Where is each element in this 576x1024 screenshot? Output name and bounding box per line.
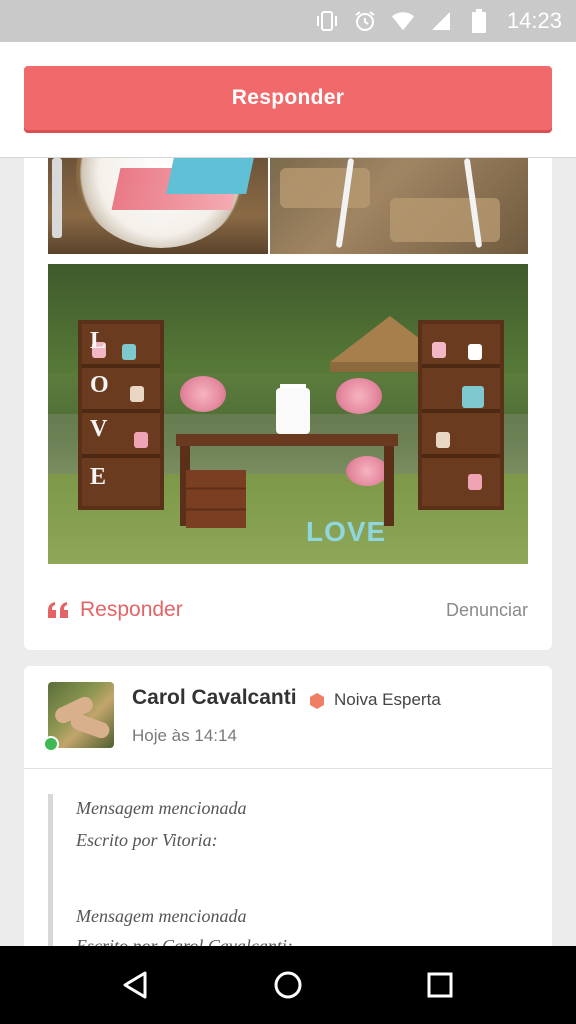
quoted-message: Mensagem mencionada Escrito por Vitoria:… (48, 794, 528, 966)
flowers-graphic (180, 376, 226, 412)
fork-graphic (52, 158, 62, 238)
wifi-icon (391, 9, 415, 33)
right-shelf-graphic (418, 320, 504, 510)
letter-graphic: L (90, 328, 107, 354)
author-name[interactable]: Carol Cavalcanti (132, 686, 297, 710)
table-graphic (176, 434, 398, 446)
system-nav-bar (0, 946, 576, 1024)
quote-line: Escrito por Vitoria: (76, 830, 218, 850)
reply-link-label: Responder (80, 598, 183, 621)
post-image-chair[interactable] (270, 158, 528, 254)
post-image-dessert-table[interactable]: O V E L LOVE (48, 264, 528, 564)
cake-graphic (276, 388, 310, 434)
quote-line: Mensagem mencionada (76, 798, 247, 818)
reply-link[interactable]: Responder (48, 598, 183, 622)
status-bar: 14:23 (0, 0, 576, 42)
online-status-dot (43, 736, 59, 752)
top-action-bar: Responder (0, 42, 576, 158)
letter-graphic: E (90, 464, 107, 490)
quote-icon (48, 601, 70, 619)
avatar[interactable] (48, 682, 114, 748)
home-icon[interactable] (264, 961, 312, 1009)
user-badge: Noiva Esperta (334, 690, 441, 709)
flowers-graphic (336, 378, 382, 414)
table-leg-graphic (384, 446, 394, 526)
recents-icon[interactable] (416, 961, 464, 1009)
back-icon[interactable] (112, 961, 160, 1009)
signal-icon (429, 9, 453, 33)
post-image-table-setting[interactable] (48, 158, 268, 254)
trunks-graphic (186, 470, 246, 528)
app-screen: 14:23 Responder O V E L LOVE Responder D… (0, 0, 576, 1024)
vibrate-icon (315, 9, 339, 33)
love-sign-graphic: LOVE (306, 516, 387, 547)
post-card: O V E L LOVE Responder Denunciar (24, 158, 552, 650)
message-header: Carol Cavalcanti Noiva Esperta Hoje às 1… (24, 666, 552, 769)
badge-hexagon-icon (309, 693, 325, 709)
letter-graphic: V (90, 416, 108, 442)
menu-card-graphic (166, 158, 254, 194)
post-actions: Responder Denunciar (48, 594, 528, 626)
reply-button[interactable]: Responder (24, 66, 552, 130)
letter-graphic: O (90, 372, 109, 398)
report-link[interactable]: Denunciar (446, 600, 528, 621)
battery-icon (467, 9, 491, 33)
message-timestamp: Hoje às 14:14 (132, 726, 237, 745)
flowers-graphic (346, 456, 388, 486)
left-shelf-graphic: O V E L (78, 320, 164, 510)
status-time: 14:23 (506, 8, 562, 33)
quote-line: Mensagem mencionada (76, 906, 247, 926)
message-card: Carol Cavalcanti Noiva Esperta Hoje às 1… (24, 666, 552, 966)
stone-graphic (280, 168, 370, 208)
alarm-icon (353, 9, 377, 33)
stone-graphic (390, 198, 500, 242)
avatar-hand-graphic (68, 711, 112, 741)
